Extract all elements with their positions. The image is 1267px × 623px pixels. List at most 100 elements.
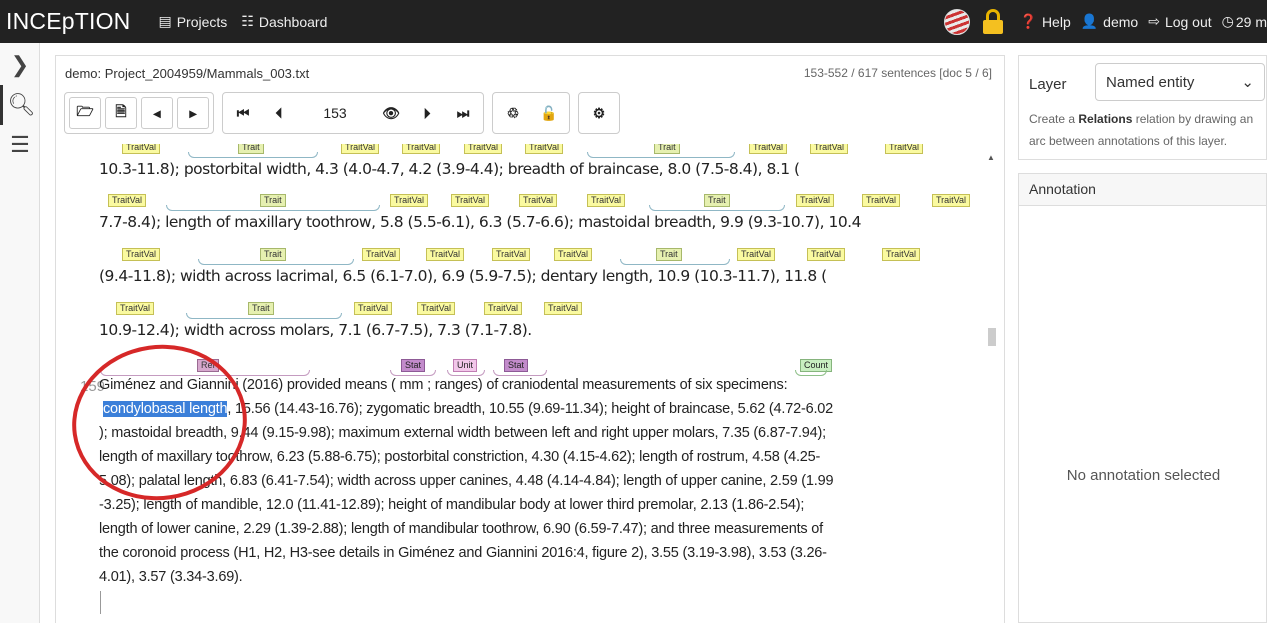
user-label: demo <box>1103 13 1139 30</box>
projects-link[interactable]: ▤ Projects <box>158 13 227 30</box>
text-line: (9.4-11.8); width across lacrimal, 6.5 (… <box>99 267 827 285</box>
span-underline <box>186 313 342 319</box>
scrollbar-thumb[interactable] <box>988 328 996 346</box>
text-line: length of lower canine, 2.29 (1.39-2.88)… <box>99 521 824 537</box>
span-underline <box>620 259 730 265</box>
expand-sidebar-button[interactable]: ❯ <box>0 45 40 85</box>
recycle-icon[interactable]: ♲ <box>497 97 529 129</box>
user-icon: 👤 <box>1080 13 1099 29</box>
text-span: provided means ( mm ; ranges) of craniod… <box>283 377 788 393</box>
unlock-icon[interactable]: 🔓 <box>533 97 565 129</box>
annotation-label[interactable]: TraitVal <box>862 194 901 207</box>
annotation-label[interactable]: TraitVal <box>519 194 558 207</box>
annotation-label[interactable]: TraitVal <box>587 194 626 207</box>
next-page-icon[interactable]: ⏵ <box>411 97 443 129</box>
left-sidebar: ❯ 🔍︎ ☰ <box>0 43 40 623</box>
clock-icon: ◷ <box>1221 13 1234 29</box>
annotation-heading: Annotation <box>1019 174 1266 206</box>
next-doc-icon[interactable]: ▸ <box>177 97 209 129</box>
help-label: Help <box>1041 13 1071 30</box>
last-page-icon[interactable]: ⏭ <box>447 97 479 129</box>
annotation-label[interactable]: TraitVal <box>122 144 161 154</box>
search-icon: 🔍︎ <box>7 92 36 117</box>
text-line: -3.25); length of mandible, 12.0 (11.41-… <box>99 497 805 513</box>
span-underline <box>188 152 318 158</box>
projects-label: Projects <box>176 13 228 30</box>
scroll-up-arrow[interactable]: ▲ <box>987 153 995 162</box>
document-path: demo: Project_2004959/Mammals_003.txt <box>65 66 310 81</box>
text-annotation-area[interactable]: TraitVal Trait TraitVal TraitVal TraitVa… <box>60 144 990 614</box>
prev-page-icon[interactable]: ⏴ <box>263 97 295 129</box>
annotation-label[interactable]: TraitVal <box>525 144 564 154</box>
span-underline <box>587 152 735 158</box>
state-tools: ♲ 🔓 <box>492 92 570 134</box>
dashboard-link[interactable]: ☷ Dashboard <box>241 13 327 30</box>
list-sidebar-button[interactable]: ☰ <box>0 125 40 165</box>
text-span: , 15.56 (14.43-16.76); zygomatic breadth… <box>227 401 834 417</box>
annotation-label[interactable]: TraitVal <box>796 194 835 207</box>
dashboard-label: Dashboard <box>258 13 328 30</box>
logout-label: Log out <box>1164 13 1212 30</box>
annotation-label[interactable]: TraitVal <box>116 302 155 315</box>
text-line: 7.7-8.4); length of maxillary toothrow, … <box>99 213 861 231</box>
text-line: the coronoid process (H1, H2, H3-see det… <box>99 545 827 561</box>
annotation-label[interactable]: TraitVal <box>108 194 147 207</box>
span-underline <box>447 370 485 376</box>
annotation-label[interactable]: TraitVal <box>492 248 531 261</box>
span-underline <box>795 370 827 376</box>
sentence-block: TraitVal Trait TraitVal TraitVal TraitVa… <box>60 144 990 349</box>
search-sidebar-button[interactable]: 🔍︎ <box>0 85 40 125</box>
annotation-label[interactable]: TraitVal <box>807 248 846 261</box>
annotation-label[interactable]: TraitVal <box>544 302 583 315</box>
dashboard-icon: ☷ <box>241 13 254 29</box>
text-line: 4.01), 3.57 (3.34-3.69). <box>99 569 243 585</box>
annotation-label[interactable]: TraitVal <box>451 194 490 207</box>
annotation-editor-panel: demo: Project_2004959/Mammals_003.txt 15… <box>55 55 1005 623</box>
globe-icon[interactable] <box>943 8 970 35</box>
annotation-label[interactable]: TraitVal <box>464 144 503 154</box>
layer-label: Layer <box>1029 76 1067 93</box>
export-icon[interactable]: 🗎 <box>105 97 137 129</box>
annotation-label[interactable]: TraitVal <box>749 144 788 154</box>
annotation-label[interactable]: TraitVal <box>402 144 441 154</box>
settings-icon[interactable]: ⚙ <box>583 97 615 129</box>
annotation-label[interactable]: TraitVal <box>390 194 429 207</box>
question-icon: ❓ <box>1019 13 1037 29</box>
folder-open-icon[interactable]: 🗁 <box>69 97 101 129</box>
annotation-label[interactable]: TraitVal <box>932 194 971 207</box>
annotation-box: Annotation No annotation selected <box>1018 173 1267 623</box>
span-underline <box>390 370 436 376</box>
annotation-label[interactable]: TraitVal <box>737 248 776 261</box>
lock-icon[interactable] <box>982 8 1004 35</box>
brand-logo[interactable]: INCEpTION <box>6 8 130 35</box>
annotation-label[interactable]: TraitVal <box>426 248 465 261</box>
span-underline <box>649 205 785 211</box>
editor-toolbar: 🗁 🗎 ◂ ▸ ⏮ ⏴ 153 👁 ⏵ ⏭ ♲ 🔓 ⚙ <box>64 92 628 134</box>
annotation-label[interactable]: TraitVal <box>354 302 393 315</box>
annotation-label[interactable]: TraitVal <box>417 302 456 315</box>
layer-select[interactable]: Named entity ⌄ <box>1095 63 1265 101</box>
projects-icon: ▤ <box>158 13 172 29</box>
top-navbar: INCEpTION ▤ Projects ☷ Dashboard ❓ Help … <box>0 0 1267 43</box>
help-link[interactable]: ❓ Help <box>1020 13 1071 30</box>
logout-link[interactable]: ⇨ Log out <box>1148 13 1211 30</box>
annotation-label[interactable]: TraitVal <box>554 248 593 261</box>
sentence-number-input[interactable]: 153 <box>299 97 371 129</box>
annotation-label[interactable]: TraitVal <box>362 248 401 261</box>
annotation-label[interactable]: TraitVal <box>341 144 380 154</box>
list-icon: ☰ <box>10 132 30 157</box>
text-line: 10.9-12.4); width across molars, 7.1 (6.… <box>99 321 532 339</box>
eye-icon[interactable]: 👁 <box>375 97 407 129</box>
annotation-label[interactable]: TraitVal <box>484 302 523 315</box>
annotation-label[interactable]: TraitVal <box>882 248 921 261</box>
annotation-label[interactable]: TraitVal <box>122 248 161 261</box>
sentence-info: 153-552 / 617 sentences [doc 5 / 6] <box>803 66 992 80</box>
prev-doc-icon[interactable]: ◂ <box>141 97 173 129</box>
user-link[interactable]: 👤 demo <box>1081 13 1138 30</box>
annotation-label[interactable]: TraitVal <box>885 144 924 154</box>
navigation-tools: ⏮ ⏴ 153 👁 ⏵ ⏭ <box>222 92 484 134</box>
annotation-label[interactable]: TraitVal <box>810 144 849 154</box>
span-underline <box>198 259 354 265</box>
first-page-icon[interactable]: ⏮ <box>227 97 259 129</box>
text-line: 10.3-11.8); postorbital width, 4.3 (4.0-… <box>99 160 800 178</box>
